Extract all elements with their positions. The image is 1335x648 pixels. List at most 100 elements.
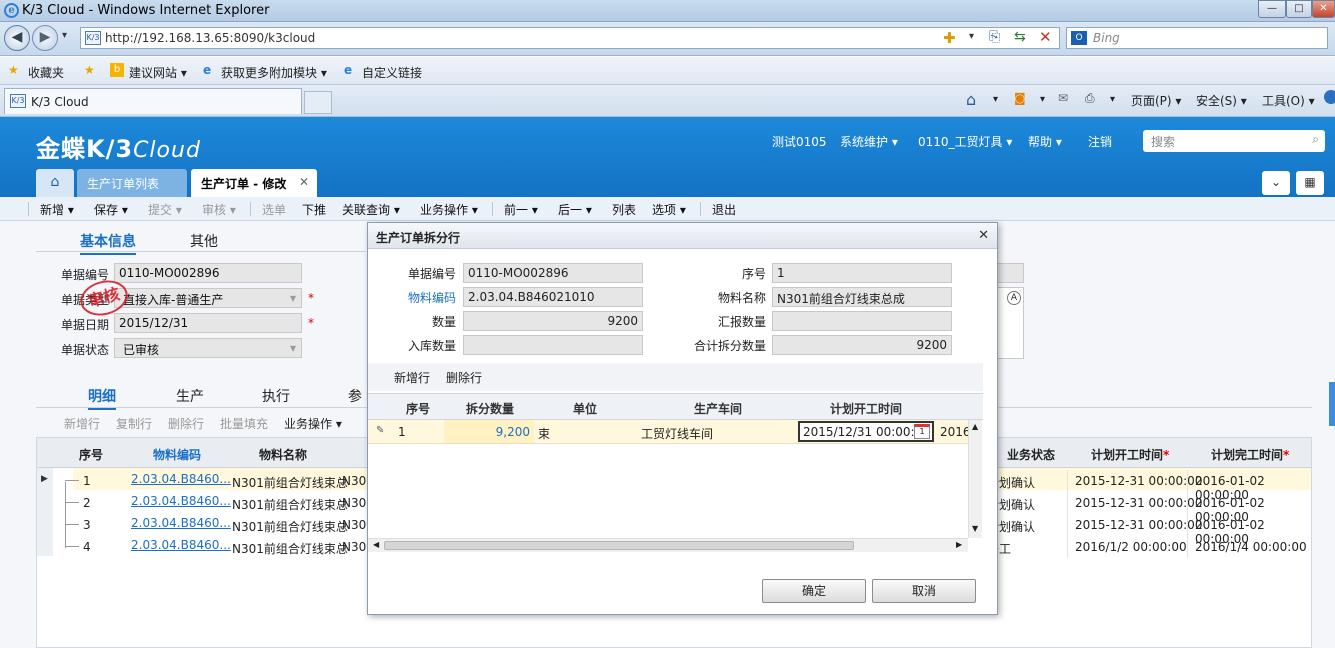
tab-production[interactable]: 生产	[176, 386, 204, 406]
dlg-row-workshop[interactable]: 工贸灯线车间	[641, 425, 713, 442]
help-menu[interactable]: 帮助 ▾	[1028, 133, 1062, 150]
row-material-code-link[interactable]: 2.03.04.B8460...	[131, 516, 231, 530]
audit-button[interactable]: 审核 ▾	[202, 201, 236, 218]
dlg-seq-field[interactable]: 1	[772, 263, 952, 283]
calendar-icon[interactable]: 1	[914, 424, 930, 439]
print-dropdown-icon[interactable]: ▾	[1110, 94, 1115, 105]
tab-production-order-list[interactable]: 生产订单列表	[77, 169, 187, 197]
scroll-thumb[interactable]	[384, 541, 854, 550]
bill-date-field[interactable]: 2015/12/31	[114, 313, 302, 333]
save-button[interactable]: 保存 ▾	[94, 201, 128, 218]
dlg-delete-row-button[interactable]: 删除行	[446, 369, 482, 386]
add-favorite-icon[interactable]: ★	[84, 63, 95, 77]
row-plan-end[interactable]: 2016/1/4 00:00:00	[1195, 540, 1307, 554]
custom-links-link[interactable]: 自定义链接	[362, 64, 422, 81]
minimize-button[interactable]: —	[1258, 0, 1286, 18]
col-material-code[interactable]: 物料编码	[153, 446, 201, 463]
delete-row-button[interactable]: 删除行	[168, 415, 204, 432]
exit-button[interactable]: 退出	[712, 201, 736, 218]
feeds-icon[interactable]: ◙	[1014, 91, 1026, 105]
user-name[interactable]: 测试0105	[772, 133, 827, 150]
dlg-bill-no-field[interactable]: 0110-MO002896	[463, 263, 643, 283]
suggested-sites-link[interactable]: 建议网站 ▾	[129, 64, 187, 81]
home-icon[interactable]: ⌂	[966, 90, 976, 109]
address-input[interactable]: K/3 http://192.168.13.65:8090/k3cloud ✚ …	[80, 27, 1060, 49]
scroll-up-icon[interactable]: ▲	[972, 422, 978, 431]
dlg-material-code-label[interactable]: 物料编码	[408, 289, 456, 306]
scroll-down-icon[interactable]: ▼	[972, 524, 978, 533]
row-plan-start[interactable]: 2015-12-31 00:00:00	[1075, 496, 1202, 510]
expand-icon[interactable]: A	[1007, 291, 1021, 305]
back-icon[interactable]: ◀	[4, 25, 30, 51]
select-bill-button[interactable]: 选单	[262, 201, 286, 218]
batch-fill-button[interactable]: 批量填充	[220, 415, 268, 432]
tab-production-order-edit[interactable]: 生产订单 - 修改 ✕	[191, 169, 317, 197]
row-material-code-link[interactable]: 2.03.04.B8460...	[131, 494, 231, 508]
safety-menu[interactable]: 安全(S) ▾	[1196, 92, 1247, 109]
bing-search-input[interactable]: O Bing	[1066, 27, 1328, 49]
copy-row-button[interactable]: 复制行	[116, 415, 152, 432]
scroll-right-icon[interactable]: ▶	[956, 540, 962, 549]
refresh-icon[interactable]: ⇆	[1014, 29, 1026, 45]
dlg-in-qty-field[interactable]	[463, 335, 643, 355]
dlg-row-plan-start-input[interactable]: 2015/12/31 00:00:00 1	[798, 421, 934, 442]
url-dropdown-icon[interactable]: ▾	[969, 31, 974, 42]
search-icon[interactable]: ⌕	[1312, 132, 1319, 147]
list-button[interactable]: 列表	[612, 201, 636, 218]
row-plan-start[interactable]: 2016/1/2 00:00:00	[1075, 540, 1187, 554]
close-tab-icon[interactable]: ✕	[299, 175, 309, 189]
stop-icon[interactable]: ✕	[1039, 28, 1052, 46]
business-ops-button[interactable]: 业务操作 ▾	[420, 201, 478, 218]
row-plan-start[interactable]: 2015-12-31 00:00:00	[1075, 474, 1202, 488]
home-dropdown-icon[interactable]: ▾	[993, 94, 998, 105]
side-scroll-indicator[interactable]	[1329, 382, 1335, 426]
bill-no-field[interactable]: 0110-MO002896	[114, 263, 302, 283]
linked-query-button[interactable]: 关联查询 ▾	[342, 201, 400, 218]
tab-params[interactable]: 参	[348, 386, 362, 406]
tab-other[interactable]: 其他	[190, 231, 218, 251]
help-icon[interactable]	[1324, 90, 1335, 104]
submit-button[interactable]: 提交 ▾	[148, 201, 182, 218]
history-dropdown-icon[interactable]: ▾	[62, 30, 67, 41]
dlg-grid-row[interactable]: ✎ 1 9,200 束 工贸灯线车间 2015/12/31 00:00:00 1…	[368, 420, 971, 444]
bill-status-select[interactable]: 已审核 ▾	[114, 338, 302, 358]
add-row-button[interactable]: 新增行	[64, 415, 100, 432]
dlg-qty-field[interactable]: 9200	[463, 311, 643, 331]
tab-execution[interactable]: 执行	[262, 386, 290, 406]
forward-icon[interactable]: ▶	[32, 25, 58, 51]
detail-business-ops-button[interactable]: 业务操作 ▾	[284, 415, 342, 432]
options-button[interactable]: 选项 ▾	[652, 201, 686, 218]
previous-button[interactable]: 前一 ▾	[504, 201, 538, 218]
browser-tab-k3cloud[interactable]: K/3 K/3 Cloud	[4, 88, 302, 114]
remarks-textarea[interactable]: A	[996, 287, 1024, 359]
dlg-vertical-scrollbar[interactable]: ▲ ▼	[968, 420, 982, 538]
mail-icon[interactable]: ✉	[1058, 91, 1068, 105]
right-field-partial[interactable]	[996, 263, 1024, 283]
maximize-button[interactable]: □	[1286, 0, 1312, 18]
dlg-row-qty-cell[interactable]: 9,200	[444, 420, 534, 443]
page-menu[interactable]: 页面(P) ▾	[1131, 92, 1181, 109]
app-search-input[interactable]: 搜索 ⌕	[1143, 130, 1325, 152]
push-down-button[interactable]: 下推	[302, 201, 326, 218]
new-button[interactable]: 新增 ▾	[40, 201, 74, 218]
compat-view-icon[interactable]: ⎘	[989, 29, 1000, 45]
row-plan-start[interactable]: 2015-12-31 00:00:00	[1075, 518, 1202, 532]
feeds-dropdown-icon[interactable]: ▾	[1040, 94, 1045, 105]
dlg-report-qty-field[interactable]	[772, 311, 952, 331]
cancel-button[interactable]: 取消	[872, 579, 976, 603]
dialog-close-icon[interactable]: ✕	[978, 228, 989, 243]
dlg-add-row-button[interactable]: 新增行	[394, 369, 430, 386]
dlg-material-code-field[interactable]: 2.03.04.B846021010	[463, 287, 643, 307]
next-button[interactable]: 后一 ▾	[558, 201, 592, 218]
dlg-horizontal-scrollbar[interactable]: ◀ ▶	[368, 538, 968, 552]
collapse-icon[interactable]: ⌄	[1262, 171, 1290, 195]
row-material-code-link[interactable]: 2.03.04.B8460...	[131, 538, 231, 552]
org-menu[interactable]: 0110_工贸灯具 ▾	[918, 133, 1012, 150]
close-window-button[interactable]: ✕	[1312, 0, 1335, 18]
row-material-code-link[interactable]: 2.03.04.B8460...	[131, 472, 231, 486]
tools-menu[interactable]: 工具(O) ▾	[1262, 92, 1315, 109]
confirm-button[interactable]: 确定	[762, 579, 866, 603]
system-maintenance-menu[interactable]: 系统维护 ▾	[840, 133, 898, 150]
dlg-row-unit[interactable]: 束	[538, 425, 550, 442]
get-addons-link[interactable]: 获取更多附加模块 ▾	[221, 64, 327, 81]
